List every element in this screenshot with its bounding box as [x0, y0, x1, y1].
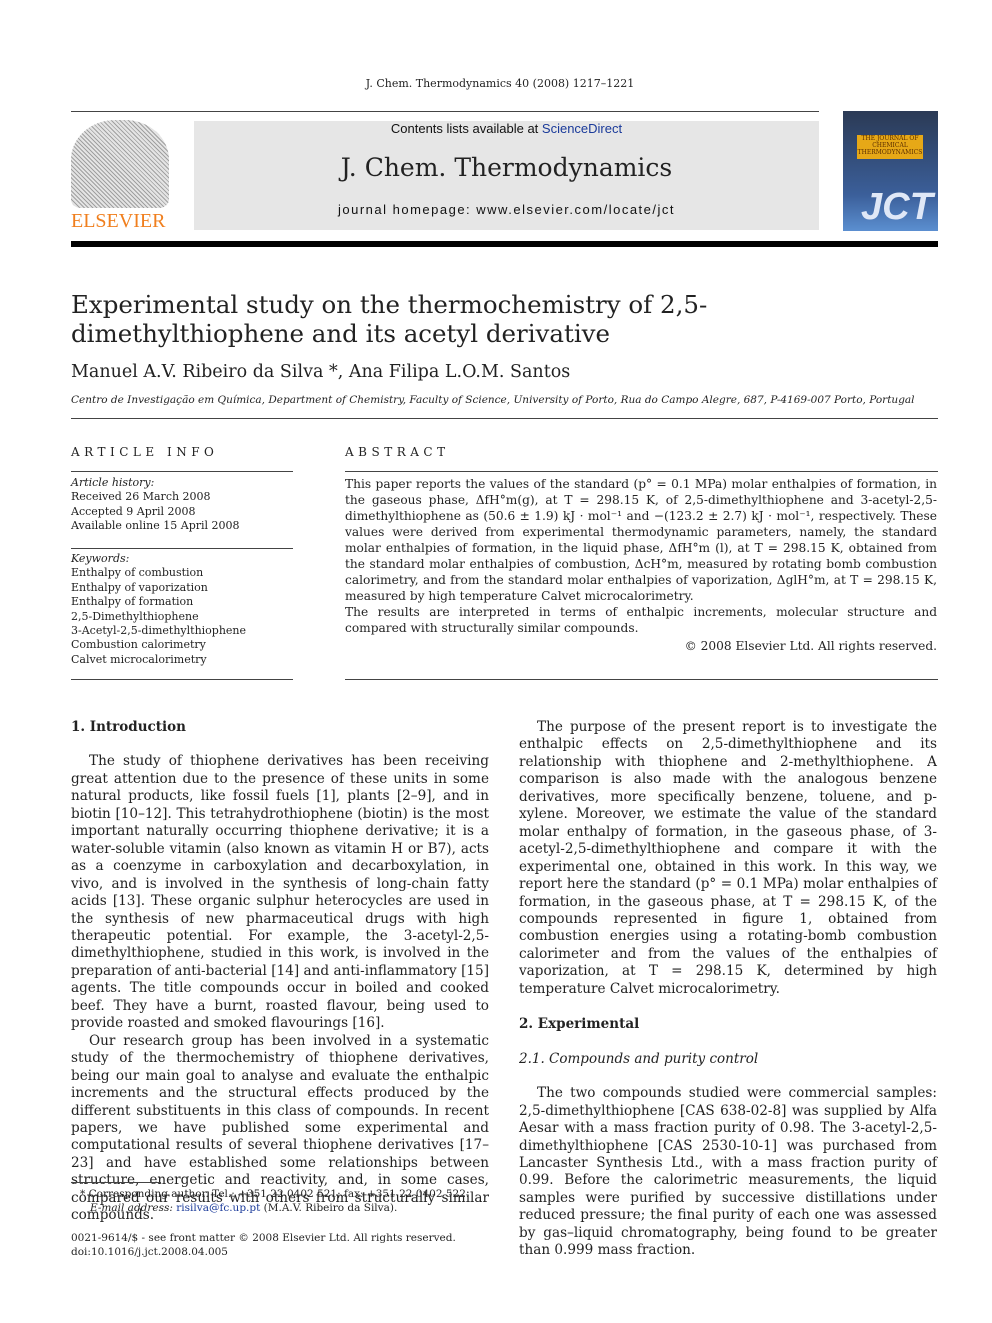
section-heading-experimental: 2. Experimental — [519, 1016, 640, 1033]
abstract-copyright: © 2008 Elsevier Ltd. All rights reserved… — [684, 639, 937, 653]
doi[interactable]: doi:10.1016/j.jct.2008.04.005 — [71, 1245, 571, 1259]
paper-page: J. Chem. Thermodynamics 40 (2008) 1217–1… — [0, 0, 992, 1323]
sciencedirect-link[interactable]: ScienceDirect — [542, 121, 622, 136]
right-column: The purpose of the present report is to … — [519, 719, 937, 1260]
elsevier-tree-icon — [71, 120, 169, 208]
issn: 0021-9614/$ - see front matter © 2008 El… — [71, 1232, 456, 1244]
history-received: Received 26 March 2008 — [71, 490, 211, 504]
journal-cover: THE JOURNAL OF CHEMICAL THERMODYNAMICS J… — [843, 111, 938, 231]
email-label: E-mail address: — [90, 1202, 177, 1214]
email-link[interactable]: risilva@fc.up.pt — [176, 1202, 260, 1214]
divider — [71, 111, 819, 112]
abstract-paragraph: The results are interpreted in terms of … — [345, 605, 937, 635]
affiliation: Centro de Investigação em Química, Depar… — [71, 394, 915, 406]
divider — [71, 418, 938, 419]
abstract-heading: ABSTRACT — [345, 445, 450, 459]
history-label: Article history: — [71, 476, 155, 489]
history-accepted: Accepted 9 April 2008 — [71, 504, 196, 518]
article-info-heading: ARTICLE INFO — [71, 445, 219, 459]
footnote: * Corresponding author. Tel.: +351 22 04… — [80, 1187, 500, 1215]
left-column: 1. Introduction The study of thiophene d… — [71, 719, 489, 1225]
section-heading-introduction: 1. Introduction — [71, 719, 186, 735]
divider — [345, 471, 938, 472]
keyword: Enthalpy of combustion — [71, 566, 204, 580]
subsection-heading: 2.1. Compounds and purity control — [519, 1050, 759, 1067]
journal-homepage[interactable]: journal homepage: www.elsevier.com/locat… — [194, 202, 819, 217]
keyword: 2,5-Dimethylthiophene — [71, 609, 199, 623]
header-divider — [71, 241, 938, 247]
elsevier-wordmark: ELSEVIER — [71, 210, 166, 232]
body-paragraph: The two compounds studied were commercia… — [519, 1085, 937, 1259]
journal-title: J. Chem. Thermodynamics — [340, 153, 673, 182]
email-suffix: (M.A.V. Ribeiro da Silva). — [260, 1202, 398, 1214]
body-paragraph: The purpose of the present report is to … — [519, 719, 937, 997]
footnote-divider — [71, 1182, 161, 1183]
divider — [71, 548, 293, 549]
corresponding-author: * Corresponding author. Tel.: +351 22 04… — [80, 1188, 470, 1200]
article-authors: Manuel A.V. Ribeiro da Silva *, Ana Fili… — [71, 362, 571, 382]
history-online: Available online 15 April 2008 — [71, 519, 240, 533]
keyword: 3-Acetyl-2,5-dimethylthiophene — [71, 624, 247, 638]
cover-logo: JCT — [861, 186, 933, 228]
journal-banner: Contents lists available at ScienceDirec… — [194, 121, 819, 230]
cover-label: THE JOURNAL OF CHEMICAL THERMODYNAMICS — [857, 135, 923, 159]
contents-prefix: Contents lists available at — [390, 121, 542, 136]
keyword: Enthalpy of formation — [71, 595, 194, 609]
keyword: Combustion calorimetry — [71, 638, 206, 652]
email-line: E-mail address: risilva@fc.up.pt (M.A.V.… — [80, 1201, 500, 1215]
front-matter: 0021-9614/$ - see front matter © 2008 El… — [71, 1231, 571, 1259]
journal-citation: J. Chem. Thermodynamics 40 (2008) 1217–1… — [365, 77, 635, 90]
article-history: Article history: Received 26 March 2008 … — [71, 476, 293, 534]
divider — [345, 679, 938, 680]
divider — [71, 679, 293, 680]
keywords-label: Keywords: — [71, 552, 130, 565]
abstract-paragraph: This paper reports the values of the sta… — [345, 477, 937, 603]
elsevier-logo: ELSEVIER — [71, 120, 171, 232]
article-title: Experimental study on the thermochemistr… — [71, 290, 708, 348]
divider — [71, 471, 293, 472]
body-paragraph: The study of thiophene derivatives has b… — [71, 753, 489, 1032]
keyword: Calvet microcalorimetry — [71, 652, 207, 666]
abstract: This paper reports the values of the sta… — [345, 476, 937, 654]
keywords: Keywords: Enthalpy of combustion Enthalp… — [71, 552, 293, 667]
contents-line: Contents lists available at ScienceDirec… — [194, 121, 819, 136]
keyword: Enthalpy of vaporization — [71, 580, 208, 594]
